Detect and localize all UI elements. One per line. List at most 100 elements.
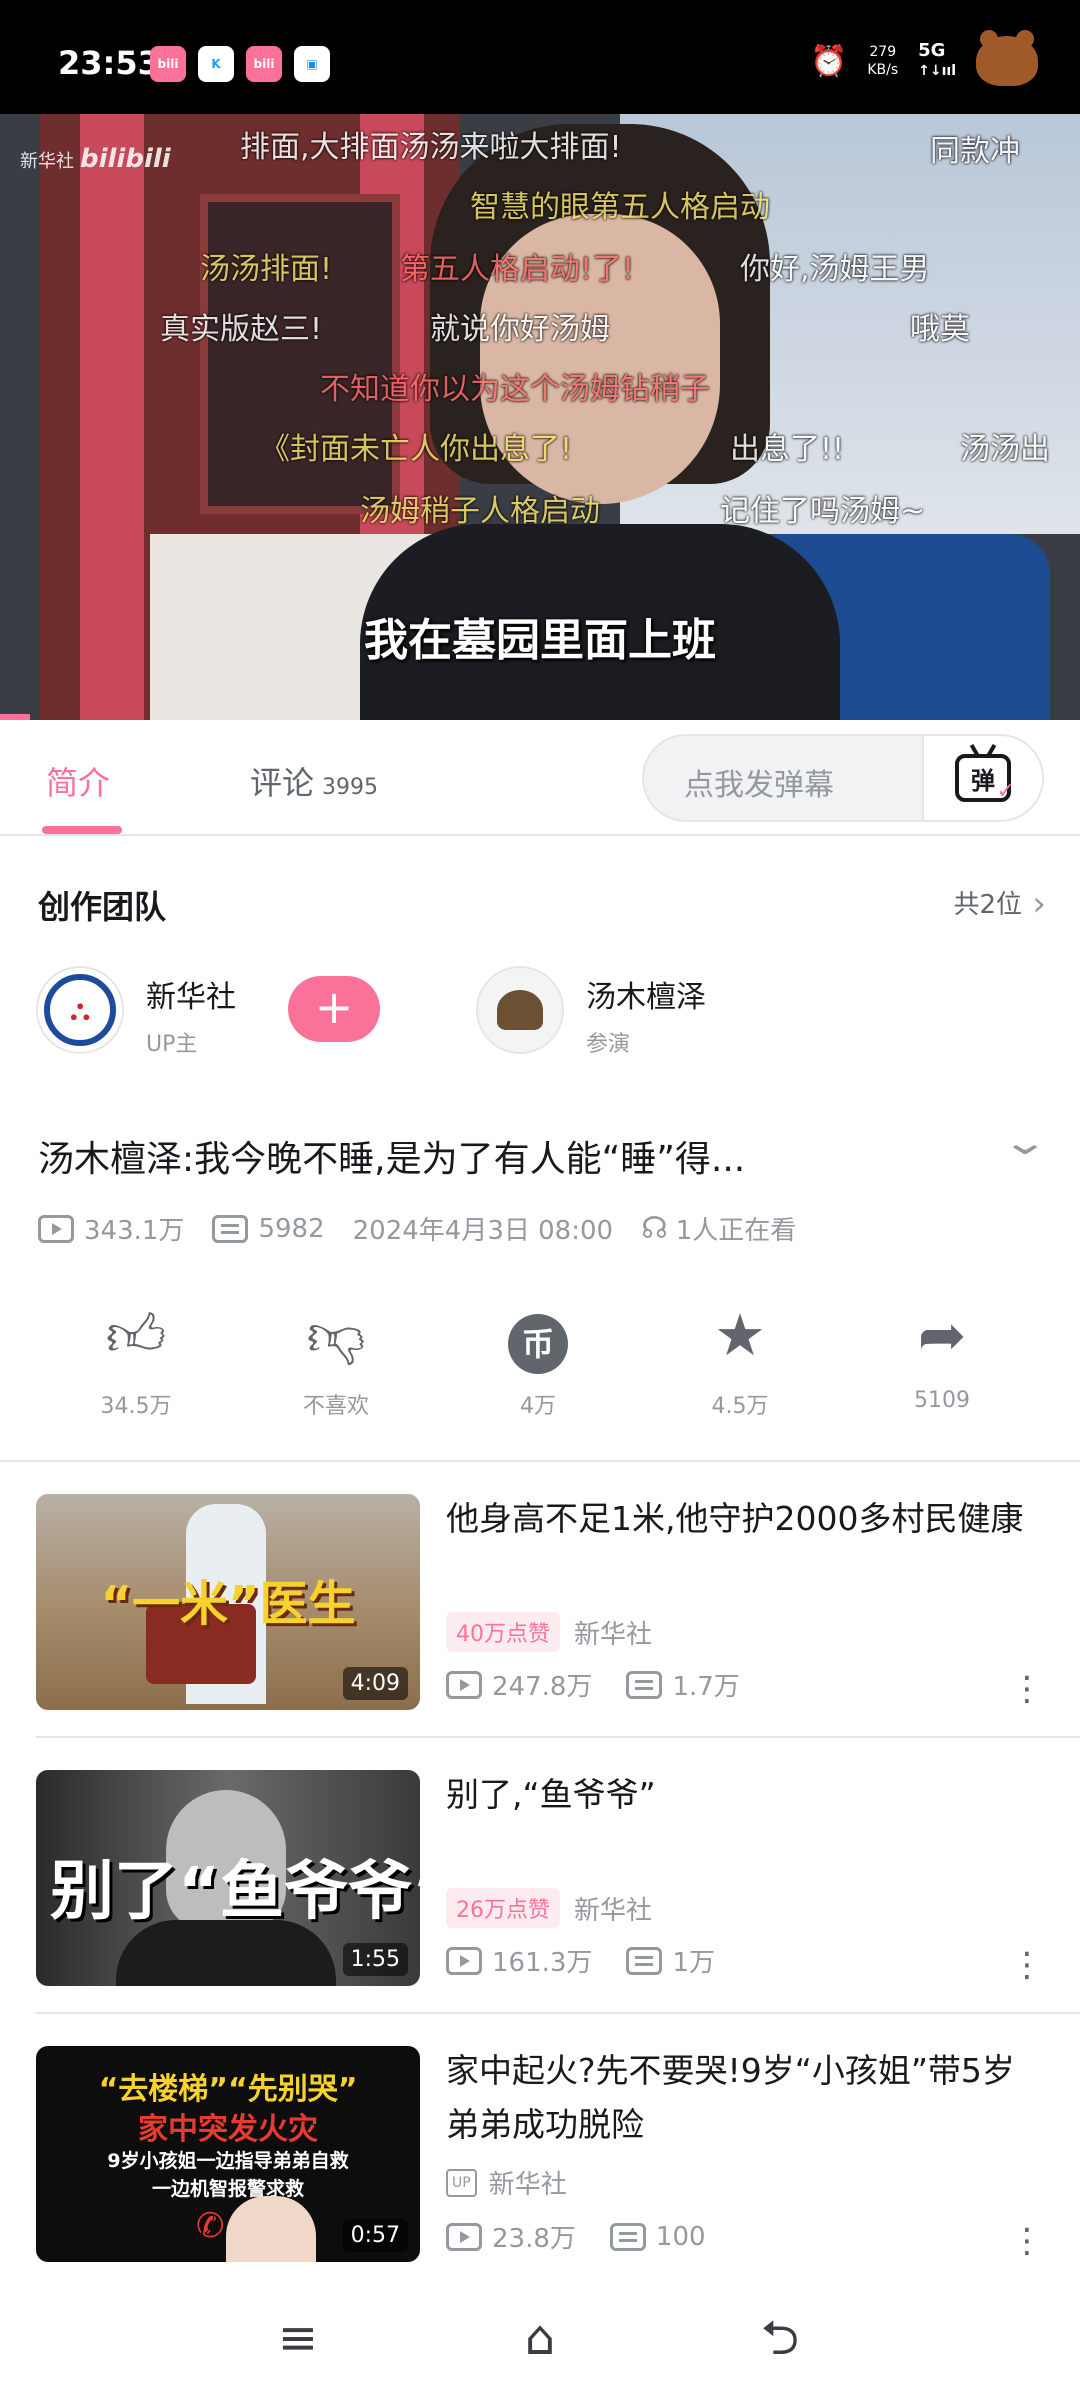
video-title[interactable]: 汤木檀泽:我今晚不睡,是为了有人能“睡”得...	[38, 1130, 958, 1182]
video-thumbnail[interactable]: 别了“鱼爷爷” 1:55	[36, 1770, 420, 1986]
notification-icons: bili K bili ▣	[150, 46, 330, 82]
video-thumbnail[interactable]: “一米”医生 4:09	[36, 1494, 420, 1710]
play-count-icon	[446, 1946, 482, 1975]
viewers-icon: ☊	[641, 1211, 668, 1246]
author-name: 新华社	[574, 1619, 653, 1650]
play-count-icon	[446, 1670, 482, 1699]
tab-comments[interactable]: 评论 3995	[250, 758, 378, 804]
phone-icon: ✆	[196, 2206, 225, 2246]
system-navigation-bar: ≡ ⌂ ⮌	[0, 2278, 1080, 2400]
danmaku-comment: 出息了!!	[730, 432, 845, 467]
dislike-button[interactable]: 👎︎ 不喜欢	[266, 1300, 406, 1420]
danmaku-count-icon	[212, 1214, 249, 1243]
danmaku-comment: 排面,大排面汤汤来啦大排面!	[240, 130, 622, 165]
danmaku-comment: 汤汤排面!	[200, 252, 333, 287]
follow-button[interactable]: +	[288, 976, 380, 1042]
danmaku-comment: 《封面未亡人你出息了!	[260, 432, 573, 467]
likes-badge: 40万点赞	[446, 1612, 560, 1652]
likes-badge: 26万点赞	[446, 1888, 560, 1928]
creator-name[interactable]: 新华社	[146, 972, 236, 1016]
xinhua-logo-icon: ⛬	[38, 968, 122, 1052]
more-options-icon[interactable]: ⋮	[1010, 1948, 1044, 1982]
action-bar: 👍︎ 34.5万 👎︎ 不喜欢 币 4万 ★ 4.5万 ➦ 5109	[0, 1300, 1080, 1420]
share-icon: ➦	[917, 1301, 967, 1369]
danmaku-comment: 智慧的眼第五人格启动	[470, 190, 770, 225]
danmaku-comment: 你好,汤姆王男	[740, 252, 930, 287]
network-speed: 279 KB/s	[867, 44, 899, 78]
danmaku-comment: 就说你好汤姆	[430, 312, 610, 347]
creator-avatar-xinhua[interactable]: ⛬	[36, 966, 124, 1054]
danmaku-comment: 汤姆稍子人格启动	[360, 494, 600, 529]
chevron-down-icon[interactable]: ⌄	[1001, 1122, 1049, 1163]
related-video-card[interactable]: “一米”医生 4:09 他身高不足1米,他守护2000多村民健康 40万点赞 新…	[0, 1462, 1080, 1738]
related-video-title[interactable]: 他身高不足1米,他守护2000多村民健康	[446, 1492, 1036, 1546]
creator-role: UP主	[146, 1032, 198, 1057]
channel-watermark: 新华社 bilibili	[20, 144, 171, 174]
alarm-icon: ⏰	[809, 43, 848, 79]
danmaku-comment: 汤汤出	[960, 432, 1050, 467]
bilibili-app-icon: bili	[150, 46, 186, 82]
coin-icon: 币	[468, 1300, 608, 1374]
author-name: 新华社	[574, 1895, 653, 1926]
video-subtitle: 我在墓园里面上班	[364, 615, 716, 666]
creator-avatar-tangmu[interactable]	[476, 966, 564, 1054]
danmaku-input[interactable]: 点我发弹幕 弹 ✓	[642, 734, 1044, 822]
danmaku-count-icon	[626, 1946, 663, 1975]
creator-name[interactable]: 汤木檀泽	[586, 972, 706, 1016]
related-video-title[interactable]: 家中起火?先不要哭!9岁“小孩姐”带5岁弟弟成功脱险	[446, 2044, 1036, 2152]
video-player[interactable]: 新华社 bilibili 排面,大排面汤汤来啦大排面! 同款冲 智慧的眼第五人格启…	[0, 114, 1080, 720]
home-icon[interactable]: ⌂	[500, 2308, 580, 2368]
play-count-icon	[446, 2222, 482, 2251]
danmaku-input-placeholder: 点我发弹幕	[684, 768, 834, 803]
menu-icon[interactable]: ≡	[258, 2308, 338, 2368]
play-count-icon	[38, 1214, 74, 1243]
danmaku-count-icon	[626, 1670, 663, 1699]
danmaku-comment: 真实版赵三!	[160, 312, 323, 347]
chevron-right-icon[interactable]: ›	[1032, 884, 1046, 924]
author-name: 新华社	[488, 2170, 567, 2200]
back-icon[interactable]: ⮌	[740, 2308, 820, 2368]
like-button[interactable]: 👍︎ 34.5万	[66, 1300, 206, 1420]
danmaku-comment: 记住了吗汤姆~	[720, 494, 926, 529]
tab-intro[interactable]: 简介	[46, 758, 110, 804]
signal-indicator: 5G ↑↓ııl	[918, 40, 956, 80]
active-tab-indicator	[42, 826, 122, 834]
danmaku-toggle-button[interactable]: 弹 ✓	[922, 736, 1042, 820]
star-icon: ★	[714, 1301, 766, 1369]
team-title: 创作团队	[38, 888, 167, 926]
creator-role: 参演	[586, 1032, 631, 1057]
thumbs-up-icon: 👍︎	[105, 1301, 167, 1369]
share-button[interactable]: ➦ 5109	[872, 1300, 1012, 1413]
thumbs-down-icon: 👎︎	[306, 1301, 366, 1369]
more-options-icon[interactable]: ⋮	[1010, 1672, 1044, 1706]
danmaku-comment: 不知道你以为这个汤姆钻稍子	[320, 372, 710, 407]
coin-button[interactable]: 币 4万	[468, 1300, 608, 1420]
team-count-link[interactable]: 共2位	[953, 884, 1022, 921]
tv-app-icon: ▣	[294, 46, 330, 82]
danmaku-count: 5982	[258, 1213, 325, 1244]
view-count: 343.1万	[84, 1216, 185, 1246]
favorite-button[interactable]: ★ 4.5万	[670, 1300, 810, 1420]
danmaku-comment: 第五人格启动!了!	[400, 252, 635, 287]
k-app-icon: K	[198, 46, 234, 82]
video-duration: 1:55	[342, 1943, 408, 1976]
video-duration: 4:09	[342, 1667, 408, 1700]
danmaku-count-icon	[609, 2222, 646, 2251]
status-indicators: ⏰ 279 KB/s 5G ↑↓ııl	[809, 30, 1038, 86]
related-video-title[interactable]: 别了,“鱼爷爷”	[446, 1768, 1036, 1822]
related-video-card[interactable]: 别了“鱼爷爷” 1:55 别了,“鱼爷爷” 26万点赞 新华社 161.3万 1…	[0, 1738, 1080, 2014]
up-tag: UP	[446, 2168, 477, 2197]
user-avatar[interactable]	[976, 30, 1038, 86]
clock: 23:53	[58, 44, 160, 82]
danmaku-comment: 同款冲	[930, 134, 1020, 169]
watching-count: 1人正在看	[675, 1216, 797, 1246]
signal-bars-icon: ↑↓ııl	[918, 63, 956, 79]
avatar-icon	[478, 968, 562, 1052]
more-options-icon[interactable]: ⋮	[1010, 2224, 1044, 2258]
danmaku-comment: 哦莫	[910, 312, 970, 347]
danmaku-tv-icon: 弹 ✓	[955, 754, 1015, 804]
related-video-card[interactable]: “去楼梯”“先别哭” 家中突发火灾 9岁小孩姐一边指导弟弟自救 一边机智报警求救…	[0, 2014, 1080, 2290]
bilibili-app-icon: bili	[246, 46, 282, 82]
video-thumbnail[interactable]: “去楼梯”“先别哭” 家中突发火灾 9岁小孩姐一边指导弟弟自救 一边机智报警求救…	[36, 2046, 420, 2262]
publish-date: 2024年4月3日 08:00	[352, 1216, 614, 1246]
